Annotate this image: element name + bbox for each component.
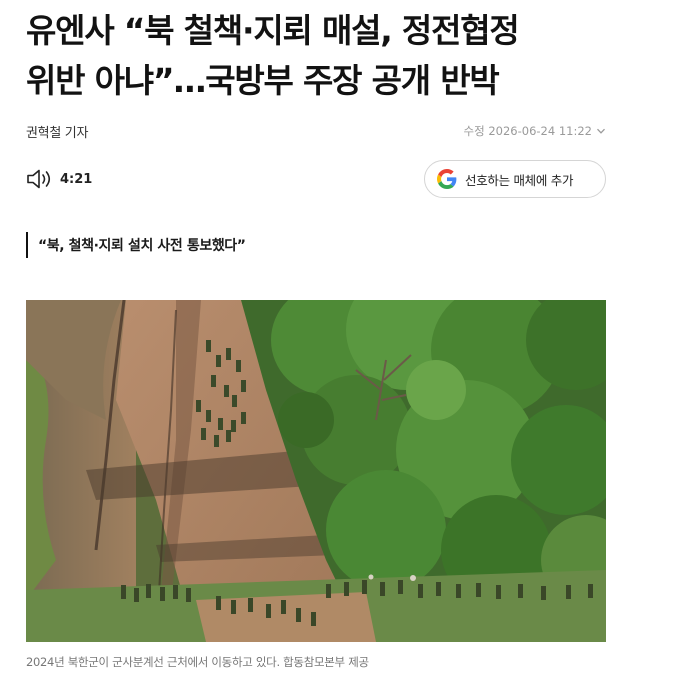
google-g-icon bbox=[437, 169, 457, 189]
audio-duration: 4:21 bbox=[60, 171, 93, 187]
photo-caption: 2024년 북한군이 군사분계선 근처에서 이동하고 있다. 합동참모본부 제공 bbox=[26, 655, 369, 669]
subheadline-text: “북, 철책·지뢰 설치 사전 통보했다” bbox=[38, 238, 246, 254]
audio-play-button[interactable]: 4:21 bbox=[26, 168, 92, 190]
subheadline: “북, 철책·지뢰 설치 사전 통보했다” bbox=[26, 232, 246, 258]
aerial-photo-image bbox=[26, 300, 606, 642]
chevron-down-icon bbox=[597, 128, 605, 134]
google-preferred-source-button[interactable]: 선호하는 매체에 추가 bbox=[424, 160, 606, 198]
headline: 유엔사 “북 철책·지뢰 매설, 정전협정 위반 아냐”…국방부 주장 공개 반… bbox=[26, 6, 636, 106]
modified-date: 수정 2026-06-24 11:22 bbox=[463, 124, 592, 138]
headline-line-1: 유엔사 “북 철책·지뢰 매설, 정전협정 bbox=[26, 11, 520, 50]
speaker-icon bbox=[27, 169, 51, 189]
reporter-name[interactable]: 권혁철 기자 bbox=[26, 122, 88, 141]
article-page: 유엔사 “북 철책·지뢰 매설, 정전협정 위반 아냐”…국방부 주장 공개 반… bbox=[0, 0, 685, 684]
google-button-label: 선호하는 매체에 추가 bbox=[465, 172, 574, 188]
modified-date-toggle[interactable]: 수정 2026-06-24 11:22 bbox=[464, 123, 606, 139]
article-photo[interactable] bbox=[26, 300, 606, 642]
article-tools: 4:21 선호하는 매체에 추가 bbox=[26, 160, 606, 200]
byline: 권혁철 기자 수정 2026-06-24 11:22 bbox=[26, 120, 606, 142]
headline-line-2: 위반 아냐”…국방부 주장 공개 반박 bbox=[26, 61, 500, 100]
